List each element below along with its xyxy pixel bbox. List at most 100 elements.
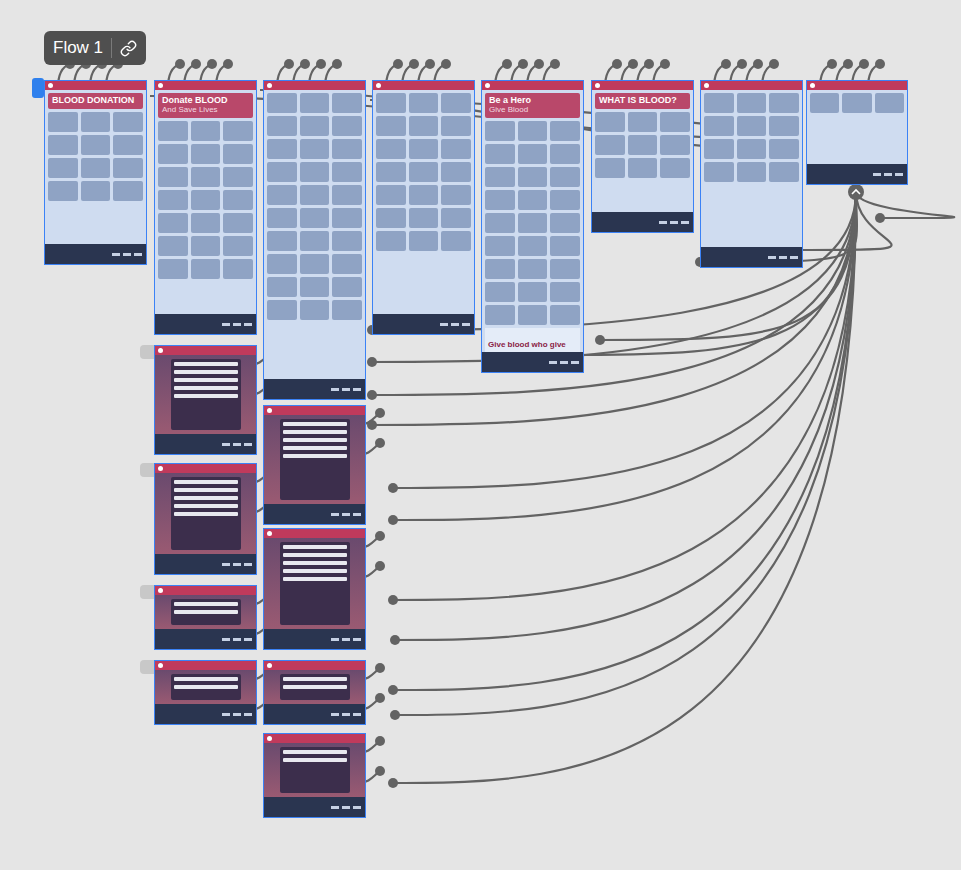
image-placeholder [48, 112, 78, 132]
form-field[interactable] [174, 386, 238, 390]
image-placeholder [158, 167, 188, 187]
image-placeholder [518, 259, 548, 279]
hub-icon[interactable] [848, 184, 864, 200]
image-placeholder [158, 144, 188, 164]
image-placeholder [485, 144, 515, 164]
flow-label[interactable]: Flow 1 [44, 31, 146, 65]
form-field[interactable] [174, 685, 238, 689]
image-placeholder [81, 135, 111, 155]
image-placeholder [660, 135, 690, 155]
image-placeholder [300, 231, 330, 251]
screen-frame[interactable] [263, 80, 366, 400]
form-field[interactable] [283, 438, 347, 442]
image-placeholder [191, 236, 221, 256]
footer [45, 244, 146, 264]
image-placeholder [300, 300, 330, 320]
form-field[interactable] [174, 512, 238, 516]
image-placeholder [704, 93, 734, 113]
screen-frame[interactable]: Donate BLOODAnd Save Lives [154, 80, 257, 335]
image-placeholder [376, 162, 406, 182]
image-placeholder [113, 158, 143, 178]
image-placeholder [191, 259, 221, 279]
form-field[interactable] [174, 610, 238, 614]
link-icon[interactable] [120, 40, 137, 57]
footer [264, 797, 365, 817]
image-placeholder [300, 254, 330, 274]
form-field[interactable] [283, 422, 347, 426]
screen-frame[interactable]: BLOOD DONATION [44, 80, 147, 265]
image-placeholder [191, 190, 221, 210]
image-placeholder [704, 139, 734, 159]
screen-frame[interactable] [700, 80, 803, 268]
image-placeholder [376, 185, 406, 205]
image-placeholder [810, 93, 839, 113]
image-placeholder [842, 93, 871, 113]
image-placeholder [191, 167, 221, 187]
screen-frame[interactable] [154, 585, 257, 650]
form-field[interactable] [174, 677, 238, 681]
form-field[interactable] [174, 488, 238, 492]
form-field[interactable] [174, 504, 238, 508]
image-placeholder [485, 121, 515, 141]
image-placeholder [332, 231, 362, 251]
form-field[interactable] [283, 430, 347, 434]
image-placeholder [48, 181, 78, 201]
image-placeholder [409, 139, 439, 159]
screen-frame[interactable] [154, 660, 257, 725]
form-field[interactable] [174, 394, 238, 398]
screen-frame[interactable] [263, 660, 366, 725]
footer [373, 314, 474, 334]
screen-frame[interactable] [372, 80, 475, 335]
form-field[interactable] [283, 454, 347, 458]
screen-frame[interactable] [154, 345, 257, 455]
form-card [280, 419, 350, 500]
screen-frame[interactable] [263, 733, 366, 818]
image-placeholder [376, 93, 406, 113]
nav-bar [373, 81, 474, 90]
screen-frame[interactable] [263, 528, 366, 650]
form-field[interactable] [283, 577, 347, 581]
image-placeholder [737, 93, 767, 113]
image-placeholder [158, 190, 188, 210]
footer [482, 352, 583, 372]
form-field[interactable] [174, 378, 238, 382]
form-field[interactable] [283, 677, 347, 681]
image-placeholder [518, 190, 548, 210]
form-field[interactable] [283, 569, 347, 573]
form-field[interactable] [283, 545, 347, 549]
footer [155, 629, 256, 649]
screen-frame[interactable] [154, 463, 257, 575]
footer [155, 434, 256, 454]
form-field[interactable] [283, 685, 347, 689]
image-placeholder [595, 158, 625, 178]
form-field[interactable] [283, 553, 347, 557]
nav-bar [482, 81, 583, 90]
nav-bar [155, 586, 256, 595]
screen-frame[interactable] [263, 405, 366, 525]
image-placeholder [158, 213, 188, 233]
screen-frame[interactable]: WHAT IS BLOOD? [591, 80, 694, 233]
form-field[interactable] [174, 602, 238, 606]
image-placeholder [769, 162, 799, 182]
form-field[interactable] [283, 561, 347, 565]
footer [592, 212, 693, 232]
form-field[interactable] [283, 750, 347, 754]
nav-bar [155, 464, 256, 473]
image-placeholder [485, 213, 515, 233]
footer [701, 247, 802, 267]
image-placeholder [441, 139, 471, 159]
form-field[interactable] [174, 496, 238, 500]
image-placeholder [518, 213, 548, 233]
image-placeholder [191, 144, 221, 164]
screen-frame[interactable]: Be a HeroGive BloodGive blood who give [481, 80, 584, 373]
form-field[interactable] [174, 362, 238, 366]
form-field[interactable] [283, 446, 347, 450]
screen-frame[interactable] [806, 80, 908, 185]
image-placeholder [191, 121, 221, 141]
form-field[interactable] [174, 370, 238, 374]
image-placeholder [332, 162, 362, 182]
canvas[interactable]: BLOOD DONATIONDonate BLOODAnd Save Lives… [0, 0, 961, 870]
form-field[interactable] [283, 758, 347, 762]
form-field[interactable] [174, 480, 238, 484]
image-placeholder [550, 167, 580, 187]
